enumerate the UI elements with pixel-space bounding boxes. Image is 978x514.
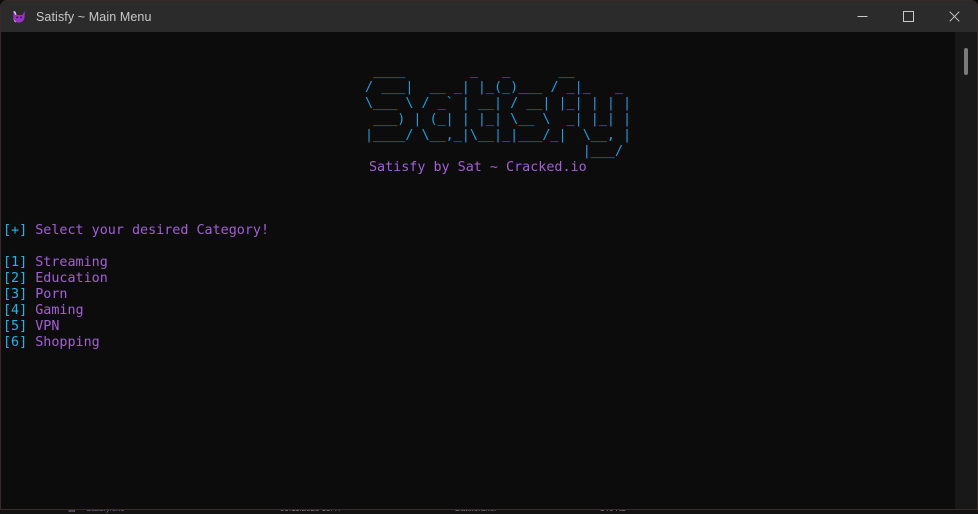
- menu-key-4: [4]: [3, 303, 28, 319]
- menu-key-2: [2]: [3, 271, 28, 287]
- bg-fragment: 146 KB: [600, 510, 626, 513]
- bg-fragment: 09.11.2023 13:47: [280, 510, 342, 513]
- bg-fragment: ▤: [68, 510, 76, 513]
- menu-item-gaming[interactable]: [4] Gaming: [1, 303, 955, 319]
- menu-key-5: [5]: [3, 319, 28, 335]
- title-bar[interactable]: Satisfy ~ Main Menu: [1, 1, 977, 32]
- terminal-window: Satisfy ~ Main Menu ____ _ _ __ / ___| _…: [0, 0, 978, 510]
- prompt-text: Select your desired Category!: [35, 223, 270, 239]
- menu-key-1: [1]: [3, 255, 28, 271]
- background-window-sliver: ▤ Satisfy.exe 09.11.2023 13:47 Dateiordn…: [0, 510, 978, 514]
- console-text-block: ____ _ _ __ / ___| __ _| |_(_)___ / _|_ …: [1, 32, 955, 351]
- minimize-button[interactable]: [839, 1, 885, 32]
- menu-label-1: Streaming: [35, 255, 108, 271]
- menu-label-5: VPN: [35, 319, 60, 335]
- maximize-button[interactable]: [885, 1, 931, 32]
- menu-label-2: Education: [35, 271, 108, 287]
- banner-subtitle: Satisfy by Sat ~ Cracked.io: [369, 159, 587, 175]
- close-button[interactable]: [931, 1, 977, 32]
- console-output-area[interactable]: ____ _ _ __ / ___| __ _| |_(_)___ / _|_ …: [1, 32, 977, 509]
- minimize-icon: [857, 11, 868, 22]
- ascii-banner-line-5: |____/ \__,_|\__|_|___/_| \__, |: [357, 127, 632, 143]
- ascii-banner-line-2: / ___| __ _| |_(_)___ / _|_ _: [357, 79, 632, 95]
- ascii-banner-line-6: |___/: [357, 143, 632, 159]
- menu-item-vpn[interactable]: [5] VPN: [1, 319, 955, 335]
- bg-fragment: Dateiordner: [455, 510, 497, 513]
- window-title: Satisfy ~ Main Menu: [36, 9, 152, 24]
- terminal-text: ____ _ _ __ / ___| __ _| |_(_)___ / _|_ …: [1, 32, 955, 351]
- ascii-banner-line-4: ___) | (_| | |_| \__ \ _| |_| |: [357, 111, 632, 127]
- menu-item-shopping[interactable]: [6] Shopping: [1, 335, 955, 351]
- menu-item-streaming[interactable]: [1] Streaming: [1, 255, 955, 271]
- background-window-row: ▤ Satisfy.exe 09.11.2023 13:47 Dateiordn…: [0, 510, 978, 514]
- window-controls: [839, 1, 977, 32]
- prompt-marker: [+]: [3, 223, 28, 239]
- menu-item-education[interactable]: [2] Education: [1, 271, 955, 287]
- category-prompt: [+] Select your desired Category!: [1, 223, 955, 239]
- menu-label-6: Shopping: [35, 335, 100, 351]
- ascii-banner-line-3: \___ \ / _` | __| / __| |_| | | |: [357, 95, 632, 111]
- scrollbar-thumb[interactable]: [964, 48, 968, 75]
- menu-label-4: Gaming: [35, 303, 84, 319]
- console-scrollbar[interactable]: [955, 32, 977, 509]
- menu-item-porn[interactable]: [3] Porn: [1, 287, 955, 303]
- menu-label-3: Porn: [35, 287, 68, 303]
- maximize-icon: [902, 11, 914, 22]
- ascii-banner-line-1: ____ _ _ __: [357, 63, 632, 79]
- menu-key-6: [6]: [3, 335, 28, 351]
- bg-fragment: Satisfy.exe: [86, 510, 125, 513]
- cat-logo-icon: [11, 9, 27, 25]
- close-icon: [948, 11, 960, 22]
- menu-key-3: [3]: [3, 287, 28, 303]
